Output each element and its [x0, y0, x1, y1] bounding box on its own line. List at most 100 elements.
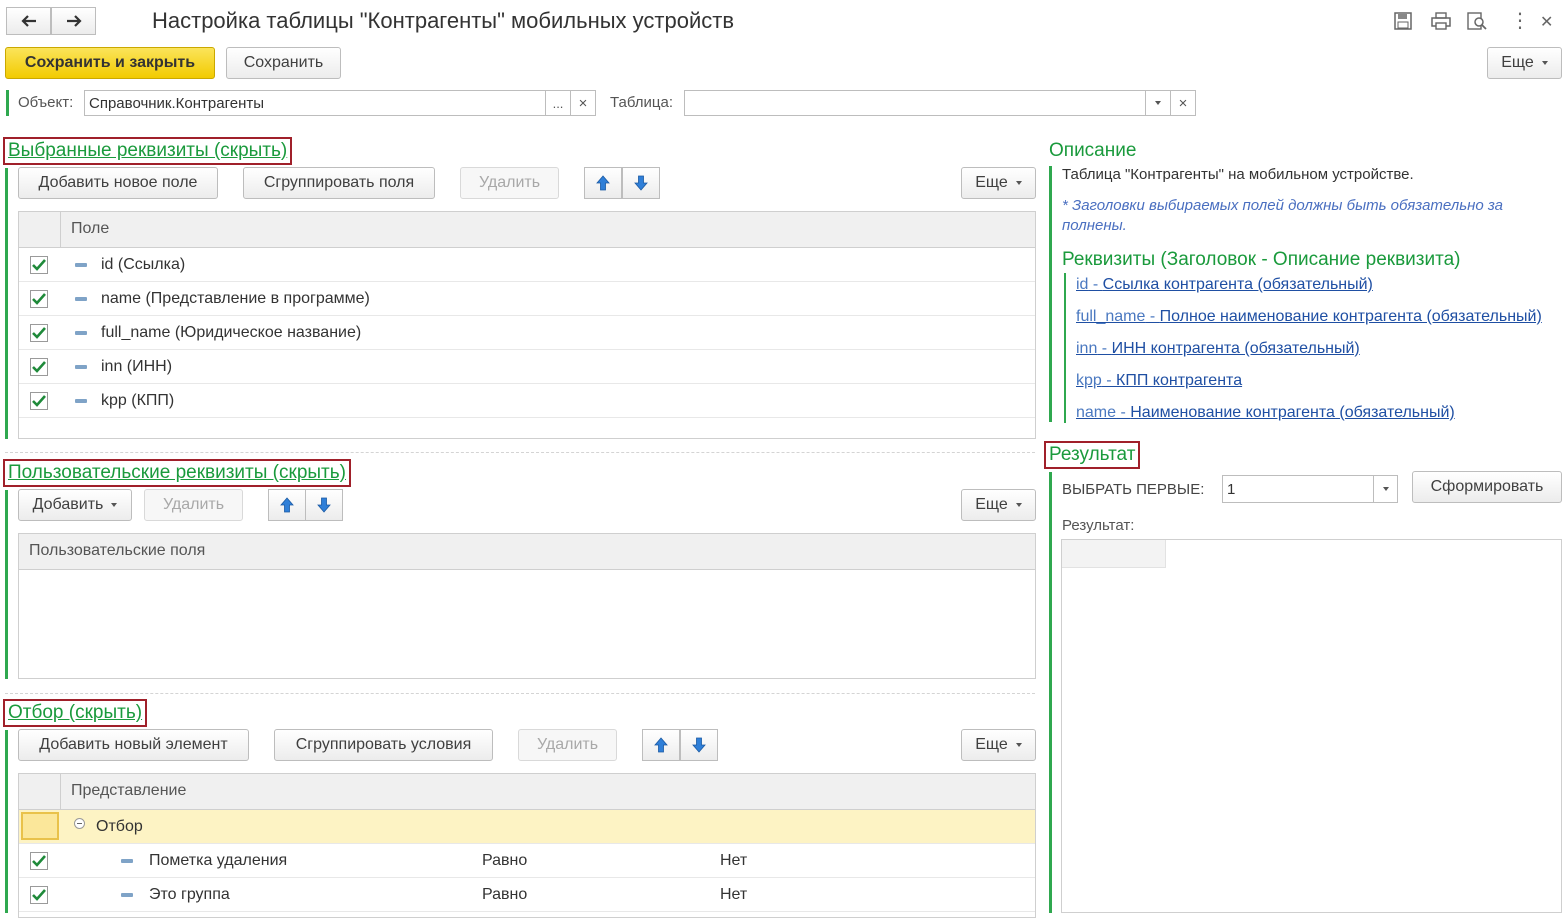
move-down-button[interactable] — [680, 729, 718, 761]
delete-field-button[interactable]: Удалить — [460, 167, 559, 199]
filter-more-button[interactable]: Еще — [961, 729, 1036, 761]
checkbox-column-header — [19, 774, 61, 809]
object-field[interactable]: Справочник.Контрагенты — [84, 90, 546, 116]
checkmark-icon — [32, 888, 46, 901]
checkmark-icon — [32, 292, 46, 305]
attribute-link[interactable]: kpp - КПП контрагента — [1076, 372, 1242, 390]
field-label: full_name (Юридическое название) — [101, 323, 362, 341]
row-checkbox[interactable] — [30, 323, 48, 342]
row-marker — [6, 90, 9, 116]
more-button[interactable]: Еще — [1487, 47, 1562, 79]
delete-element-button[interactable]: Удалить — [518, 729, 617, 761]
move-up-button[interactable] — [584, 167, 622, 199]
row-checkbox[interactable] — [30, 357, 48, 376]
attribute-link[interactable]: full_name - Полное наименование контраге… — [1076, 308, 1542, 326]
preview-icon[interactable] — [1466, 10, 1488, 32]
attribute-desc: КПП контрагента — [1116, 372, 1243, 389]
custom-fields-table[interactable]: Пользовательские поля — [18, 533, 1036, 679]
table-row-group[interactable]: Отбор — [19, 810, 1035, 844]
group-label: Отбор — [96, 817, 143, 835]
object-select-button[interactable]: ... — [545, 90, 571, 116]
row-checkbox[interactable] — [30, 289, 48, 308]
forward-button[interactable] — [51, 7, 96, 35]
selected-cell[interactable] — [21, 812, 59, 840]
table-row[interactable]: Пометка удаления Равно Нет — [19, 844, 1035, 878]
table-row[interactable]: id (Ссылка) — [19, 248, 1035, 282]
attribute-desc: Наименование контрагента (обязательный) — [1130, 404, 1455, 421]
more-label: Еще — [1501, 54, 1534, 71]
description-note-1: * Заголовки выбираемых полей должны быть… — [1062, 197, 1504, 214]
custom-more-button[interactable]: Еще — [961, 489, 1036, 521]
selected-fields-table[interactable]: Поле id (Ссылка) name (Представление в п… — [18, 211, 1036, 439]
row-checkbox[interactable] — [30, 391, 48, 410]
filter-condition: Равно — [482, 885, 528, 903]
more-label: Еще — [975, 496, 1008, 513]
move-up-button[interactable] — [642, 729, 680, 761]
save-button[interactable]: Сохранить — [226, 47, 341, 79]
field-icon — [75, 330, 87, 335]
more-vertical-icon[interactable]: ⋮ — [1510, 8, 1530, 33]
row-checkbox[interactable] — [30, 255, 48, 274]
field-label: id (Ссылка) — [101, 255, 186, 273]
select-first-dropdown[interactable] — [1373, 475, 1398, 503]
attribute-link[interactable]: id - Ссылка контрагента (обязательный) — [1076, 276, 1373, 294]
attribute-separator: - — [1116, 404, 1131, 421]
custom-section-title[interactable]: Пользовательские реквизиты (скрыть) — [3, 459, 351, 487]
add-field-button[interactable]: Добавить новое поле — [18, 167, 218, 199]
row-checkbox[interactable] — [30, 851, 48, 870]
table-header: Представление — [19, 774, 1035, 810]
field-label: inn (ИНН) — [101, 357, 173, 375]
table-field[interactable] — [684, 90, 1146, 116]
object-clear-button[interactable]: × — [570, 90, 596, 116]
add-element-button[interactable]: Добавить новый элемент — [18, 729, 249, 761]
filter-table[interactable]: Представление Отбор Пометка удаления Рав… — [18, 773, 1036, 918]
move-down-button[interactable] — [622, 167, 660, 199]
print-icon[interactable] — [1430, 10, 1452, 32]
table-row[interactable]: inn (ИНН) — [19, 350, 1035, 384]
table-row[interactable]: Это группа Равно Нет — [19, 878, 1035, 912]
row-checkbox[interactable] — [30, 885, 48, 904]
delete-custom-button[interactable]: Удалить — [144, 489, 243, 521]
column-header-field: Поле — [71, 220, 110, 237]
selected-section-title[interactable]: Выбранные реквизиты (скрыть) — [3, 137, 293, 165]
table-clear-button[interactable]: × — [1170, 90, 1196, 116]
chevron-down-icon — [1541, 61, 1548, 65]
more-label: Еще — [975, 174, 1008, 191]
group-conditions-button[interactable]: Сгруппировать условия — [274, 729, 493, 761]
attribute-link[interactable]: inn - ИНН контрагента (обязательный) — [1076, 340, 1360, 358]
table-row[interactable]: kpp (КПП) — [19, 384, 1035, 418]
attribute-link[interactable]: name - Наименование контрагента (обязате… — [1076, 404, 1455, 422]
table-dropdown-button[interactable] — [1145, 90, 1171, 116]
filter-condition: Равно — [482, 851, 528, 869]
table-header: Пользовательские поля — [19, 534, 1035, 570]
column-header-custom: Пользовательские поля — [29, 542, 206, 559]
close-icon[interactable]: ✕ — [1540, 12, 1553, 32]
filter-label: Это группа — [149, 885, 230, 903]
section-marker — [5, 168, 8, 439]
save-icon[interactable] — [1392, 10, 1414, 32]
field-icon — [75, 364, 87, 369]
attributes-title: Реквизиты (Заголовок - Описание реквизит… — [1062, 249, 1461, 270]
save-and-close-button[interactable]: Сохранить и закрыть — [5, 47, 215, 79]
chevron-down-icon — [111, 503, 118, 507]
generate-button[interactable]: Сформировать — [1412, 471, 1562, 503]
move-down-button[interactable] — [305, 489, 343, 521]
attribute-separator: - — [1145, 308, 1160, 325]
filter-section-title[interactable]: Отбор (скрыть) — [3, 699, 148, 727]
select-first-field[interactable]: 1 — [1222, 475, 1374, 503]
table-row[interactable]: full_name (Юридическое название) — [19, 316, 1035, 350]
back-button[interactable] — [6, 7, 51, 35]
selected-more-button[interactable]: Еще — [961, 167, 1036, 199]
group-fields-button[interactable]: Сгруппировать поля — [243, 167, 435, 199]
move-up-button[interactable] — [268, 489, 306, 521]
table-row[interactable]: name (Представление в программе) — [19, 282, 1035, 316]
checkmark-icon — [32, 394, 46, 407]
checkmark-icon — [32, 326, 46, 339]
field-icon — [75, 262, 87, 267]
filter-value: Нет — [720, 851, 748, 869]
result-output[interactable] — [1061, 539, 1562, 913]
collapse-icon[interactable] — [74, 818, 85, 829]
add-custom-button[interactable]: Добавить — [18, 489, 132, 521]
checkmark-icon — [32, 258, 46, 271]
page-title: Настройка таблицы "Контрагенты" мобильны… — [152, 8, 735, 33]
